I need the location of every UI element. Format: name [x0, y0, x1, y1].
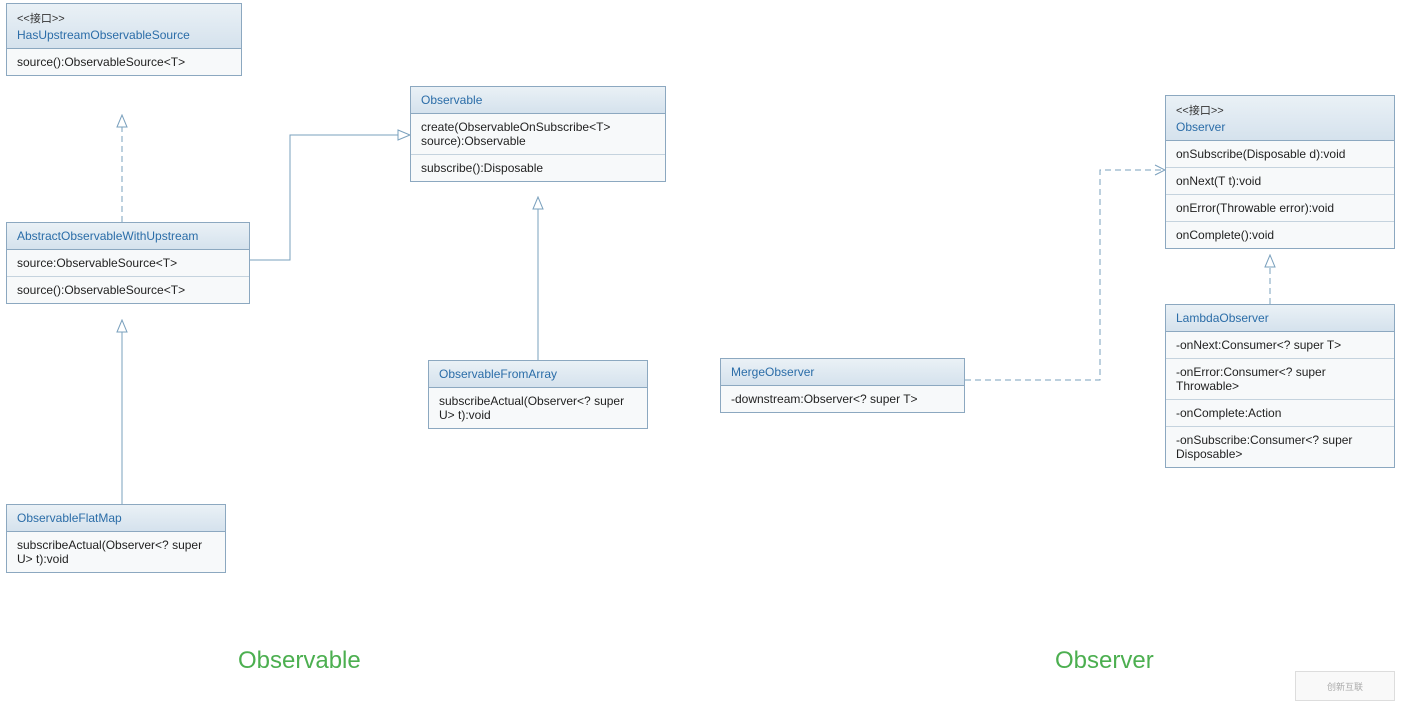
method-text: onSubscribe(Disposable d):void — [1176, 147, 1345, 161]
method-text: source():ObservableSource<T> — [17, 283, 185, 297]
method-compartment: onError(Throwable error):void — [1166, 195, 1394, 222]
class-title: Observable — [421, 93, 482, 107]
class-observable-flat-map: ObservableFlatMap subscribeActual(Observ… — [6, 504, 226, 573]
field-compartment: -onSubscribe:Consumer<? super Disposable… — [1166, 427, 1394, 467]
field-text: -onComplete:Action — [1176, 406, 1281, 420]
field-compartment: -onNext:Consumer<? super T> — [1166, 332, 1394, 359]
class-header: Observable — [411, 87, 665, 114]
class-title: MergeObserver — [731, 365, 814, 379]
method-text: subscribeActual(Observer<? super U> t):v… — [17, 538, 202, 566]
method-text: onError(Throwable error):void — [1176, 201, 1334, 215]
method-text: create(ObservableOnSubscribe<T> source):… — [421, 120, 610, 148]
class-header: ObservableFromArray — [429, 361, 647, 388]
class-header: AbstractObservableWithUpstream — [7, 223, 249, 250]
field-text: source:ObservableSource<T> — [17, 256, 177, 270]
method-compartment: onSubscribe(Disposable d):void — [1166, 141, 1394, 168]
field-compartment: source:ObservableSource<T> — [7, 250, 249, 277]
class-title: HasUpstreamObservableSource — [17, 28, 190, 42]
stereotype-label: <<接口>> — [1176, 102, 1384, 118]
method-compartment: create(ObservableOnSubscribe<T> source):… — [411, 114, 665, 155]
class-header: MergeObserver — [721, 359, 964, 386]
class-lambda-observer: LambdaObserver -onNext:Consumer<? super … — [1165, 304, 1395, 468]
method-text: onComplete():void — [1176, 228, 1274, 242]
field-text: -onSubscribe:Consumer<? super Disposable… — [1176, 433, 1352, 461]
method-text: source():ObservableSource<T> — [17, 55, 185, 69]
watermark-logo: 创新互联 — [1295, 671, 1395, 701]
class-header: ObservableFlatMap — [7, 505, 225, 532]
field-text: -onNext:Consumer<? super T> — [1176, 338, 1341, 352]
class-observer: <<接口>> Observer onSubscribe(Disposable d… — [1165, 95, 1395, 249]
section-label-observer: Observer — [1055, 647, 1154, 675]
class-title: ObservableFlatMap — [17, 511, 122, 525]
class-title: AbstractObservableWithUpstream — [17, 229, 198, 243]
field-text: -onError:Consumer<? super Throwable> — [1176, 365, 1326, 393]
class-observable-from-array: ObservableFromArray subscribeActual(Obse… — [428, 360, 648, 429]
method-text: subscribe():Disposable — [421, 161, 543, 175]
class-header: <<接口>> Observer — [1166, 96, 1394, 141]
field-compartment: -onComplete:Action — [1166, 400, 1394, 427]
class-header: <<接口>> HasUpstreamObservableSource — [7, 4, 241, 49]
class-has-upstream-observable-source: <<接口>> HasUpstreamObservableSource sourc… — [6, 3, 242, 76]
field-text: -downstream:Observer<? super T> — [731, 392, 918, 406]
method-compartment: source():ObservableSource<T> — [7, 49, 241, 75]
stereotype-label: <<接口>> — [17, 10, 231, 26]
method-compartment: source():ObservableSource<T> — [7, 277, 249, 303]
class-title: ObservableFromArray — [439, 367, 557, 381]
method-compartment: subscribeActual(Observer<? super U> t):v… — [7, 532, 225, 572]
class-header: LambdaObserver — [1166, 305, 1394, 332]
class-title: LambdaObserver — [1176, 311, 1269, 325]
class-abstract-observable-with-upstream: AbstractObservableWithUpstream source:Ob… — [6, 222, 250, 304]
method-text: onNext(T t):void — [1176, 174, 1261, 188]
method-text: subscribeActual(Observer<? super U> t):v… — [439, 394, 624, 422]
logo-text: 创新互联 — [1327, 680, 1363, 693]
field-compartment: -downstream:Observer<? super T> — [721, 386, 964, 412]
method-compartment: onNext(T t):void — [1166, 168, 1394, 195]
section-label-observable: Observable — [238, 647, 361, 675]
class-observable: Observable create(ObservableOnSubscribe<… — [410, 86, 666, 182]
method-compartment: onComplete():void — [1166, 222, 1394, 248]
field-compartment: -onError:Consumer<? super Throwable> — [1166, 359, 1394, 400]
method-compartment: subscribe():Disposable — [411, 155, 665, 181]
class-merge-observer: MergeObserver -downstream:Observer<? sup… — [720, 358, 965, 413]
class-title: Observer — [1176, 120, 1225, 134]
method-compartment: subscribeActual(Observer<? super U> t):v… — [429, 388, 647, 428]
